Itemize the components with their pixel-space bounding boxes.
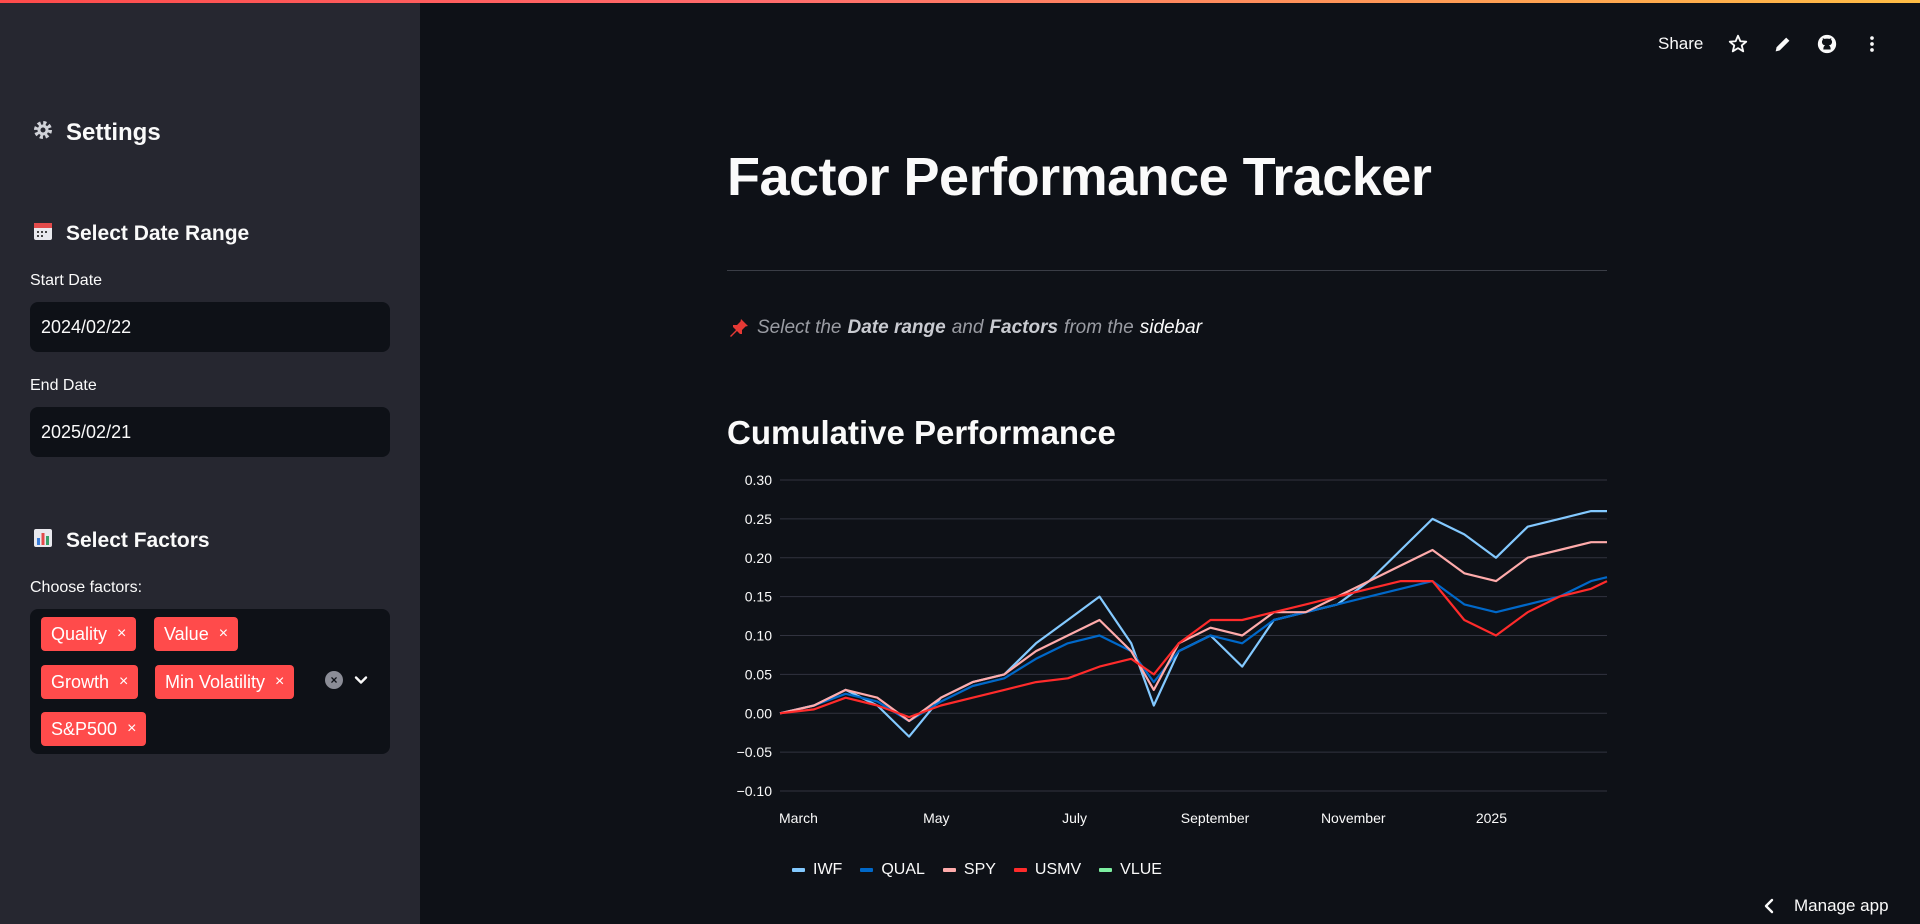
x-tick-label: 2025: [1476, 810, 1507, 826]
factors-multiselect[interactable]: Quality × Value × Growth × Min Volatilit…: [30, 609, 390, 754]
legend-item[interactable]: USMV: [1013, 861, 1082, 879]
y-tick-label: 0.25: [745, 511, 772, 527]
legend-swatch: [1099, 868, 1113, 872]
legend-label: SPY: [963, 861, 996, 878]
more-vertical-icon[interactable]: [1861, 33, 1883, 55]
remove-tag-icon[interactable]: ×: [275, 674, 284, 690]
factors-heading: Select Factors: [30, 527, 210, 555]
legend-item[interactable]: VLUE: [1099, 861, 1162, 879]
end-date-value: 2025/02/21: [41, 421, 132, 442]
manage-app-label: Manage app: [1794, 896, 1889, 915]
legend-label: QUAL: [881, 861, 925, 878]
legend-swatch: [792, 868, 805, 872]
x-tick-label: May: [923, 810, 949, 826]
factor-tag[interactable]: Value ×: [154, 617, 239, 651]
title-divider: [727, 270, 1607, 271]
instruction-mid: and: [951, 317, 984, 338]
chevron-left-icon: [1764, 898, 1774, 914]
chart-legend: IWF QUAL SPY USMV VLUE: [792, 861, 1162, 879]
legend-item[interactable]: QUAL: [860, 861, 925, 879]
bar-chart-icon: [30, 527, 56, 555]
instruction-text: Select the Date range and Factors from t…: [727, 316, 1202, 340]
y-tick-label: 0.10: [745, 628, 772, 644]
remove-tag-icon[interactable]: ×: [119, 674, 128, 690]
legend-swatch: [942, 868, 956, 872]
choose-factors-label: Choose factors:: [30, 579, 143, 596]
start-date-input[interactable]: 2024/02/22: [30, 302, 390, 352]
gear-icon: [30, 118, 56, 148]
legend-swatch: [1013, 868, 1027, 872]
factor-tag[interactable]: Quality ×: [41, 617, 137, 651]
legend-label: VLUE: [1120, 861, 1162, 878]
legend-label: IWF: [813, 861, 843, 878]
y-tick-label: 0.15: [745, 589, 772, 605]
end-date-input[interactable]: 2025/02/21: [30, 407, 390, 457]
y-tick-label: −0.05: [737, 744, 773, 760]
section-title: Cumulative Performance: [727, 414, 1116, 451]
legend-swatch: [860, 868, 874, 872]
star-icon[interactable]: [1727, 33, 1749, 55]
start-date-label: Start Date: [30, 272, 103, 289]
factors-heading-text: Select Factors: [66, 529, 210, 552]
y-tick-label: 0.30: [745, 472, 772, 488]
pushpin-icon: [730, 319, 748, 337]
github-icon[interactable]: [1816, 33, 1838, 55]
top-accent-bar: [0, 0, 1920, 3]
instruction-prefix: Select the: [757, 317, 842, 338]
factor-tag[interactable]: S&P500 ×: [41, 712, 147, 746]
series-line-qual: [779, 576, 1608, 723]
y-tick-label: 0.20: [745, 550, 772, 566]
factor-tag-label: Growth: [51, 671, 110, 692]
remove-tag-icon[interactable]: ×: [117, 626, 126, 642]
date-range-heading-text: Select Date Range: [66, 222, 250, 245]
cumulative-performance-chart: 0.30 0.25 0.20 0.15 0.10 0.05 0.00 −0.10 −0.05 Ma…: [737, 472, 1608, 826]
y-tick-label: 0.00: [745, 705, 772, 721]
start-date-value: 2024/02/22: [41, 316, 132, 337]
x-tick-label: November: [1321, 810, 1386, 826]
calendar-icon: [30, 220, 56, 248]
y-tick-label: −0.10: [737, 783, 773, 799]
y-tick-label: 0.05: [745, 666, 772, 682]
pencil-icon[interactable]: [1772, 33, 1794, 55]
factor-tag[interactable]: Min Volatility ×: [155, 665, 295, 699]
factor-tag-label: Quality: [51, 623, 108, 644]
factor-tag-label: Value: [164, 623, 209, 644]
legend-item[interactable]: SPY: [942, 861, 996, 879]
end-date-label: End Date: [30, 377, 97, 394]
sidebar: Settings Select Date Range Start Date 20…: [0, 0, 420, 924]
share-button[interactable]: Share: [1658, 34, 1703, 54]
factor-tag-label: Min Volatility: [165, 671, 266, 692]
legend-label: USMV: [1034, 861, 1082, 878]
instruction-bold-date: Date range: [847, 317, 946, 338]
chevron-down-icon[interactable]: [352, 671, 370, 689]
instruction-bold-factors: Factors: [989, 317, 1059, 338]
remove-tag-icon[interactable]: ×: [219, 626, 228, 642]
legend-item[interactable]: IWF: [792, 861, 842, 879]
factor-tag-label: S&P500: [51, 718, 118, 739]
date-range-heading: Select Date Range: [30, 220, 249, 248]
factor-tag[interactable]: Growth ×: [41, 665, 139, 699]
remove-tag-icon[interactable]: ×: [127, 721, 136, 737]
clear-all-icon[interactable]: ×: [325, 671, 343, 689]
manage-app-button[interactable]: Manage app: [1762, 896, 1889, 916]
instruction-sidebar-highlight: sidebar: [1139, 317, 1203, 338]
instruction-suffix: from the: [1064, 317, 1134, 338]
x-tick-label: March: [779, 810, 818, 826]
page-title: Factor Performance Tracker: [727, 147, 1432, 207]
sidebar-title: Settings: [30, 118, 161, 148]
sidebar-title-text: Settings: [66, 119, 161, 146]
series-line-usmv: [779, 579, 1608, 719]
x-tick-label: September: [1181, 810, 1250, 826]
x-tick-label: July: [1062, 810, 1087, 826]
series-line-iwf: [779, 509, 1607, 738]
